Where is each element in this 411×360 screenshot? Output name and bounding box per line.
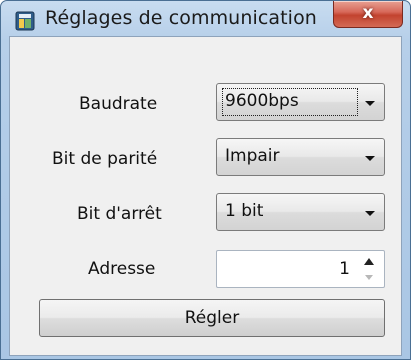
spin-up-icon[interactable] (364, 258, 374, 265)
chevron-down-icon (365, 101, 375, 106)
baudrate-label: Baudrate (79, 94, 158, 114)
window-title: Réglages de communication (45, 7, 317, 29)
baudrate-select[interactable]: 9600bps (216, 83, 385, 121)
spin-down-icon[interactable] (365, 275, 373, 280)
apply-button[interactable]: Régler (39, 299, 385, 337)
app-icon (15, 11, 35, 31)
chevron-down-icon (365, 211, 375, 216)
address-stepper[interactable]: 1 (216, 250, 385, 288)
close-icon: x (362, 3, 374, 23)
title-bar[interactable]: Réglages de communication x (1, 1, 410, 35)
dialog-body: Baudrate 9600bps Bit de parité Impair Bi… (9, 36, 402, 356)
parity-label: Bit de parité (52, 149, 158, 169)
address-value: 1 (339, 259, 350, 279)
stop-bits-value: 1 bit (225, 201, 264, 221)
stop-bits-select[interactable]: 1 bit (216, 193, 385, 231)
parity-value: Impair (225, 146, 280, 166)
chevron-down-icon (365, 156, 375, 161)
close-button[interactable]: x (333, 1, 403, 28)
address-label: Adresse (88, 259, 156, 279)
parity-select[interactable]: Impair (216, 138, 385, 176)
focus-rectangle (222, 88, 358, 116)
dialog-window: Réglages de communication x Baudrate 960… (0, 0, 411, 360)
stop-bits-label: Bit d'arrêt (77, 204, 162, 224)
